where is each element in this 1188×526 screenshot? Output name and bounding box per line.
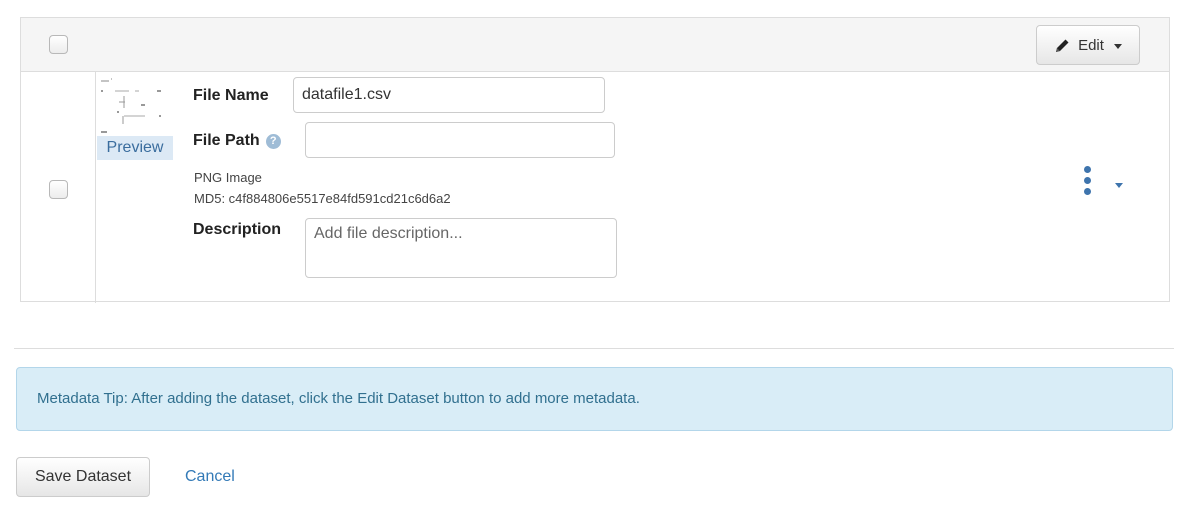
pencil-icon xyxy=(1056,39,1069,52)
file-name-input[interactable] xyxy=(293,77,605,113)
kebab-menu-icon xyxy=(1084,166,1091,173)
metadata-tip-alert: Metadata Tip: After adding the dataset, … xyxy=(16,367,1173,431)
file-md5: MD5: c4f884806e5517e84fd591cd21c6d6a2 xyxy=(194,191,451,206)
file-name-label: File Name xyxy=(193,87,269,104)
kebab-menu-icon xyxy=(1084,188,1091,195)
caret-down-icon xyxy=(1113,43,1122,49)
kebab-menu-icon xyxy=(1084,177,1091,184)
file-thumbnail[interactable] xyxy=(97,76,173,138)
file-path-label: File Path xyxy=(193,132,260,149)
file-path-input[interactable] xyxy=(305,122,615,158)
thumbnail-image xyxy=(101,78,161,133)
caret-down-icon xyxy=(1115,183,1123,188)
section-divider xyxy=(14,348,1174,349)
column-divider xyxy=(95,72,96,303)
file-path-label-group: File Path? xyxy=(193,132,281,150)
file-type: PNG Image xyxy=(194,170,262,185)
files-table: Edit Preview File Name File Path? PNG xyxy=(20,17,1170,303)
question-circle-icon[interactable]: ? xyxy=(265,134,281,149)
save-dataset-button[interactable]: Save Dataset xyxy=(16,457,150,497)
file-row-checkbox[interactable] xyxy=(49,180,68,199)
description-label: Description xyxy=(193,221,282,238)
files-table-header: Edit xyxy=(21,18,1169,72)
edit-button-label: Edit xyxy=(1078,36,1104,54)
select-all-checkbox[interactable] xyxy=(49,35,68,54)
preview-button[interactable]: Preview xyxy=(97,136,173,160)
file-actions-menu[interactable] xyxy=(1081,162,1135,208)
edit-button[interactable]: Edit xyxy=(1036,25,1140,65)
cancel-link[interactable]: Cancel xyxy=(185,468,235,486)
description-input[interactable] xyxy=(305,218,617,278)
